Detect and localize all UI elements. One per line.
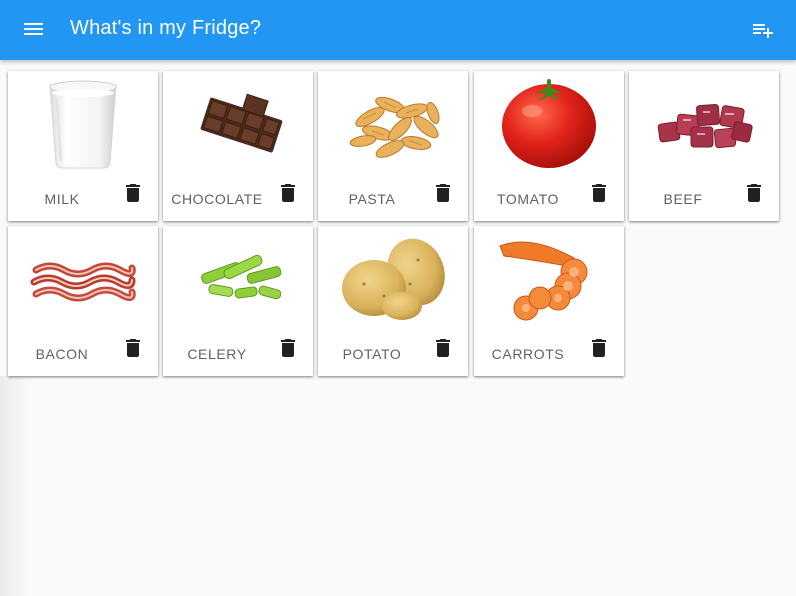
chocolate-bar-image	[200, 93, 283, 153]
trash-icon[interactable]	[121, 181, 145, 205]
fridge-item-card[interactable]: BEEF	[629, 71, 779, 221]
item-label: CARROTS	[491, 346, 565, 362]
fridge-item-card[interactable]: CELERY	[163, 226, 313, 376]
bacon-strips-image	[30, 262, 136, 302]
celery-sticks-image	[201, 254, 282, 300]
trash-icon[interactable]	[276, 336, 300, 360]
fridge-item-card[interactable]: CARROTS	[474, 226, 624, 376]
item-label: PASTA	[348, 191, 396, 207]
fridge-item-card[interactable]: POTATO	[318, 226, 468, 376]
item-label: BACON	[35, 346, 89, 362]
milk-glass-image	[49, 80, 117, 169]
fridge-item-card[interactable]: PASTA	[318, 71, 468, 221]
fridge-item-card[interactable]: CHOCOLATE	[163, 71, 313, 221]
fridge-item-card[interactable]: TOMATO	[474, 71, 624, 221]
fridge-item-card[interactable]: BACON	[8, 226, 158, 376]
trash-icon[interactable]	[431, 336, 455, 360]
trash-icon[interactable]	[587, 181, 611, 205]
item-label: CELERY	[187, 346, 247, 362]
trash-icon[interactable]	[431, 181, 455, 205]
carrot-slices-image	[499, 241, 588, 321]
tomato-image	[502, 79, 596, 168]
item-label: MILK	[44, 191, 80, 207]
fridge-item-card[interactable]: MILK	[8, 71, 158, 221]
trash-icon[interactable]	[742, 181, 766, 205]
beef-cubes-image	[657, 103, 753, 149]
page-title: What's in my Fridge?	[70, 17, 262, 39]
potatoes-image	[342, 238, 445, 320]
trash-icon[interactable]	[276, 181, 300, 205]
item-label: TOMATO	[497, 191, 559, 207]
app-bar: What's in my Fridge?	[0, 0, 796, 60]
item-label: BEEF	[663, 191, 703, 207]
background-shadow	[0, 376, 30, 596]
trash-icon[interactable]	[587, 336, 611, 360]
playlist-add-icon[interactable]	[750, 18, 774, 42]
menu-icon[interactable]	[22, 18, 46, 42]
trash-icon[interactable]	[121, 336, 145, 360]
item-label: CHOCOLATE	[171, 191, 263, 207]
item-label: POTATO	[342, 346, 402, 362]
fusilli-pasta-image	[349, 96, 440, 158]
